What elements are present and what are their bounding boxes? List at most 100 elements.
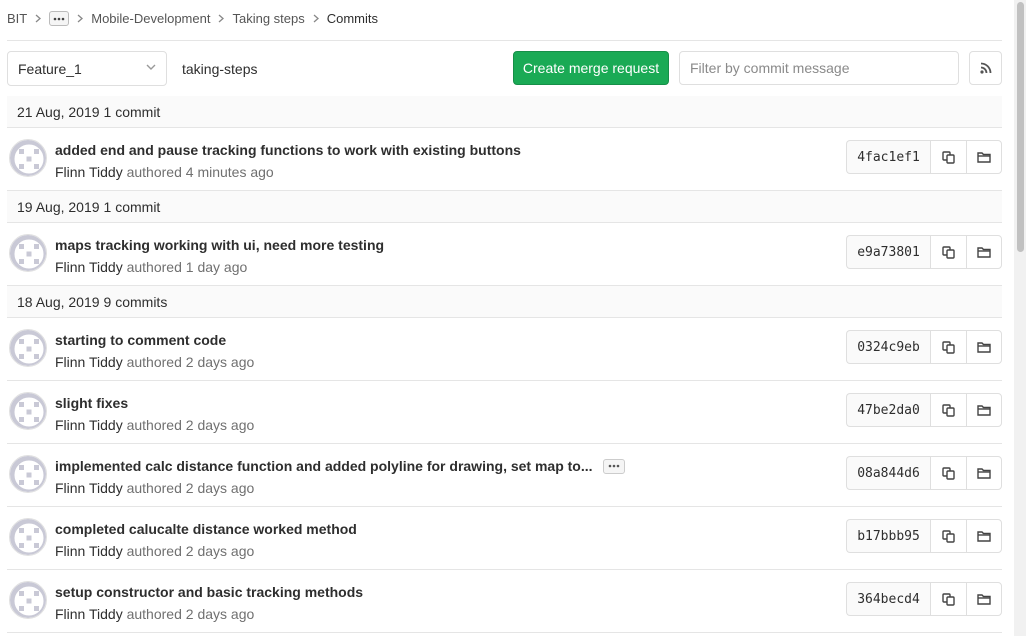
folder-icon [977, 593, 991, 605]
commit-sha-link[interactable]: 364becd4 [846, 582, 930, 616]
commit-authored-label: authored [126, 480, 182, 496]
folder-icon [977, 151, 991, 163]
browse-files-button[interactable] [966, 235, 1002, 269]
breadcrumb-current[interactable]: Commits [327, 11, 378, 26]
copy-icon [942, 403, 955, 417]
commit-author[interactable]: Flinn Tiddy [55, 417, 123, 433]
scrollbar[interactable] [1014, 0, 1026, 636]
commit-title[interactable]: added end and pause tracking functions t… [55, 142, 521, 158]
breadcrumb-project[interactable]: Mobile-Development [91, 11, 210, 26]
commit-sha-link[interactable]: 4fac1ef1 [846, 140, 930, 174]
commit-filter-input[interactable] [679, 51, 959, 85]
branch-dropdown[interactable]: Feature_1 [7, 51, 167, 86]
commit-row: implemented calc distance function and a… [7, 444, 1002, 507]
commit-sha-group: 4fac1ef1 [846, 140, 1002, 174]
rss-feed-button[interactable] [969, 51, 1002, 85]
avatar[interactable] [9, 392, 47, 430]
commit-sha-group: 08a844d6 [846, 456, 1002, 490]
chevron-right-icon [35, 14, 42, 23]
commit-authored-label: authored [126, 164, 182, 180]
commit-time: 2 days ago [185, 606, 255, 622]
avatar[interactable] [9, 329, 47, 367]
commit-row: maps tracking working with ui, need more… [7, 223, 1002, 286]
commit-author[interactable]: Flinn Tiddy [55, 259, 123, 275]
avatar[interactable] [9, 234, 47, 272]
commit-time: 2 days ago [185, 417, 255, 433]
commit-day-header: 21 Aug, 2019 1 commit [7, 96, 1002, 128]
commit-meta: Flinn Tiddy authored 2 days ago [55, 606, 254, 622]
browse-files-button[interactable] [966, 582, 1002, 616]
rss-icon [979, 62, 991, 74]
breadcrumb-subproject[interactable]: Taking steps [232, 11, 304, 26]
commit-title[interactable]: completed calucalte distance worked meth… [55, 521, 357, 537]
copy-icon [942, 150, 955, 164]
commit-day-count: 1 commit [103, 198, 161, 215]
commit-sha-link[interactable]: e9a73801 [846, 235, 930, 269]
avatar[interactable] [9, 455, 47, 493]
commit-title-line: added end and pause tracking functions t… [55, 142, 521, 158]
folder-icon [977, 246, 991, 258]
commit-sha-link[interactable]: 47be2da0 [846, 393, 930, 427]
folder-icon [977, 404, 991, 416]
copy-sha-button[interactable] [930, 140, 966, 174]
avatar[interactable] [9, 518, 47, 556]
commit-list: 21 Aug, 2019 1 commit added end and pause … [7, 96, 1002, 633]
branch-path: taking-steps [182, 60, 258, 77]
breadcrumb-expand-button[interactable] [49, 11, 70, 26]
divider [7, 40, 1002, 41]
commit-sha-link[interactable]: 0324c9eb [846, 330, 930, 364]
copy-sha-button[interactable] [930, 582, 966, 616]
commit-author[interactable]: Flinn Tiddy [55, 606, 123, 622]
commit-title[interactable]: setup constructor and basic tracking met… [55, 584, 363, 600]
commits-controls: Feature_1 taking-steps Create merge requ… [7, 51, 1002, 86]
copy-sha-button[interactable] [930, 393, 966, 427]
commit-meta: Flinn Tiddy authored 1 day ago [55, 259, 247, 275]
avatar[interactable] [9, 581, 47, 619]
avatar[interactable] [9, 139, 47, 177]
copy-icon [942, 245, 955, 259]
copy-sha-button[interactable] [930, 330, 966, 364]
folder-icon [977, 341, 991, 353]
browse-files-button[interactable] [966, 519, 1002, 553]
commit-title[interactable]: starting to comment code [55, 332, 226, 348]
chevron-right-icon [218, 14, 225, 23]
commit-author[interactable]: Flinn Tiddy [55, 354, 123, 370]
commit-authored-label: authored [126, 606, 182, 622]
commit-row: added end and pause tracking functions t… [7, 128, 1002, 191]
commit-title-line: completed calucalte distance worked meth… [55, 521, 357, 537]
commit-day-header: 18 Aug, 2019 9 commits [7, 286, 1002, 318]
copy-sha-button[interactable] [930, 456, 966, 490]
commit-title[interactable]: slight fixes [55, 395, 128, 411]
commit-author[interactable]: Flinn Tiddy [55, 543, 123, 559]
copy-sha-button[interactable] [930, 235, 966, 269]
commit-sha-group: e9a73801 [846, 235, 1002, 269]
folder-icon [977, 467, 991, 479]
toggle-commit-description-button[interactable] [602, 458, 625, 474]
browse-files-button[interactable] [966, 456, 1002, 490]
breadcrumb-group[interactable]: BIT [7, 11, 27, 26]
commit-day-date: 18 Aug, 2019 [17, 293, 100, 310]
commit-title[interactable]: maps tracking working with ui, need more… [55, 237, 384, 253]
commit-time: 1 day ago [185, 259, 248, 275]
commit-time: 2 days ago [185, 543, 255, 559]
commit-sha-link[interactable]: 08a844d6 [846, 456, 930, 490]
commit-author[interactable]: Flinn Tiddy [55, 480, 123, 496]
browse-files-button[interactable] [966, 330, 1002, 364]
browse-files-button[interactable] [966, 140, 1002, 174]
commit-row: starting to comment code Flinn Tiddy auth… [7, 318, 1002, 381]
folder-icon [977, 530, 991, 542]
commit-title[interactable]: implemented calc distance function and a… [55, 458, 593, 474]
browse-files-button[interactable] [966, 393, 1002, 427]
create-merge-request-button[interactable]: Create merge request [513, 51, 669, 85]
copy-icon [942, 340, 955, 354]
commit-sha-link[interactable]: b17bbb95 [846, 519, 930, 553]
scrollbar-thumb[interactable] [1017, 2, 1024, 252]
commit-time: 2 days ago [185, 354, 255, 370]
chevron-right-icon [313, 14, 319, 23]
commit-row: completed calucalte distance worked meth… [7, 507, 1002, 570]
commit-day-date: 19 Aug, 2019 [17, 198, 100, 215]
commit-sha-group: b17bbb95 [846, 519, 1002, 553]
commit-author[interactable]: Flinn Tiddy [55, 164, 123, 180]
copy-sha-button[interactable] [930, 519, 966, 553]
commit-day-count: 1 commit [103, 103, 161, 120]
